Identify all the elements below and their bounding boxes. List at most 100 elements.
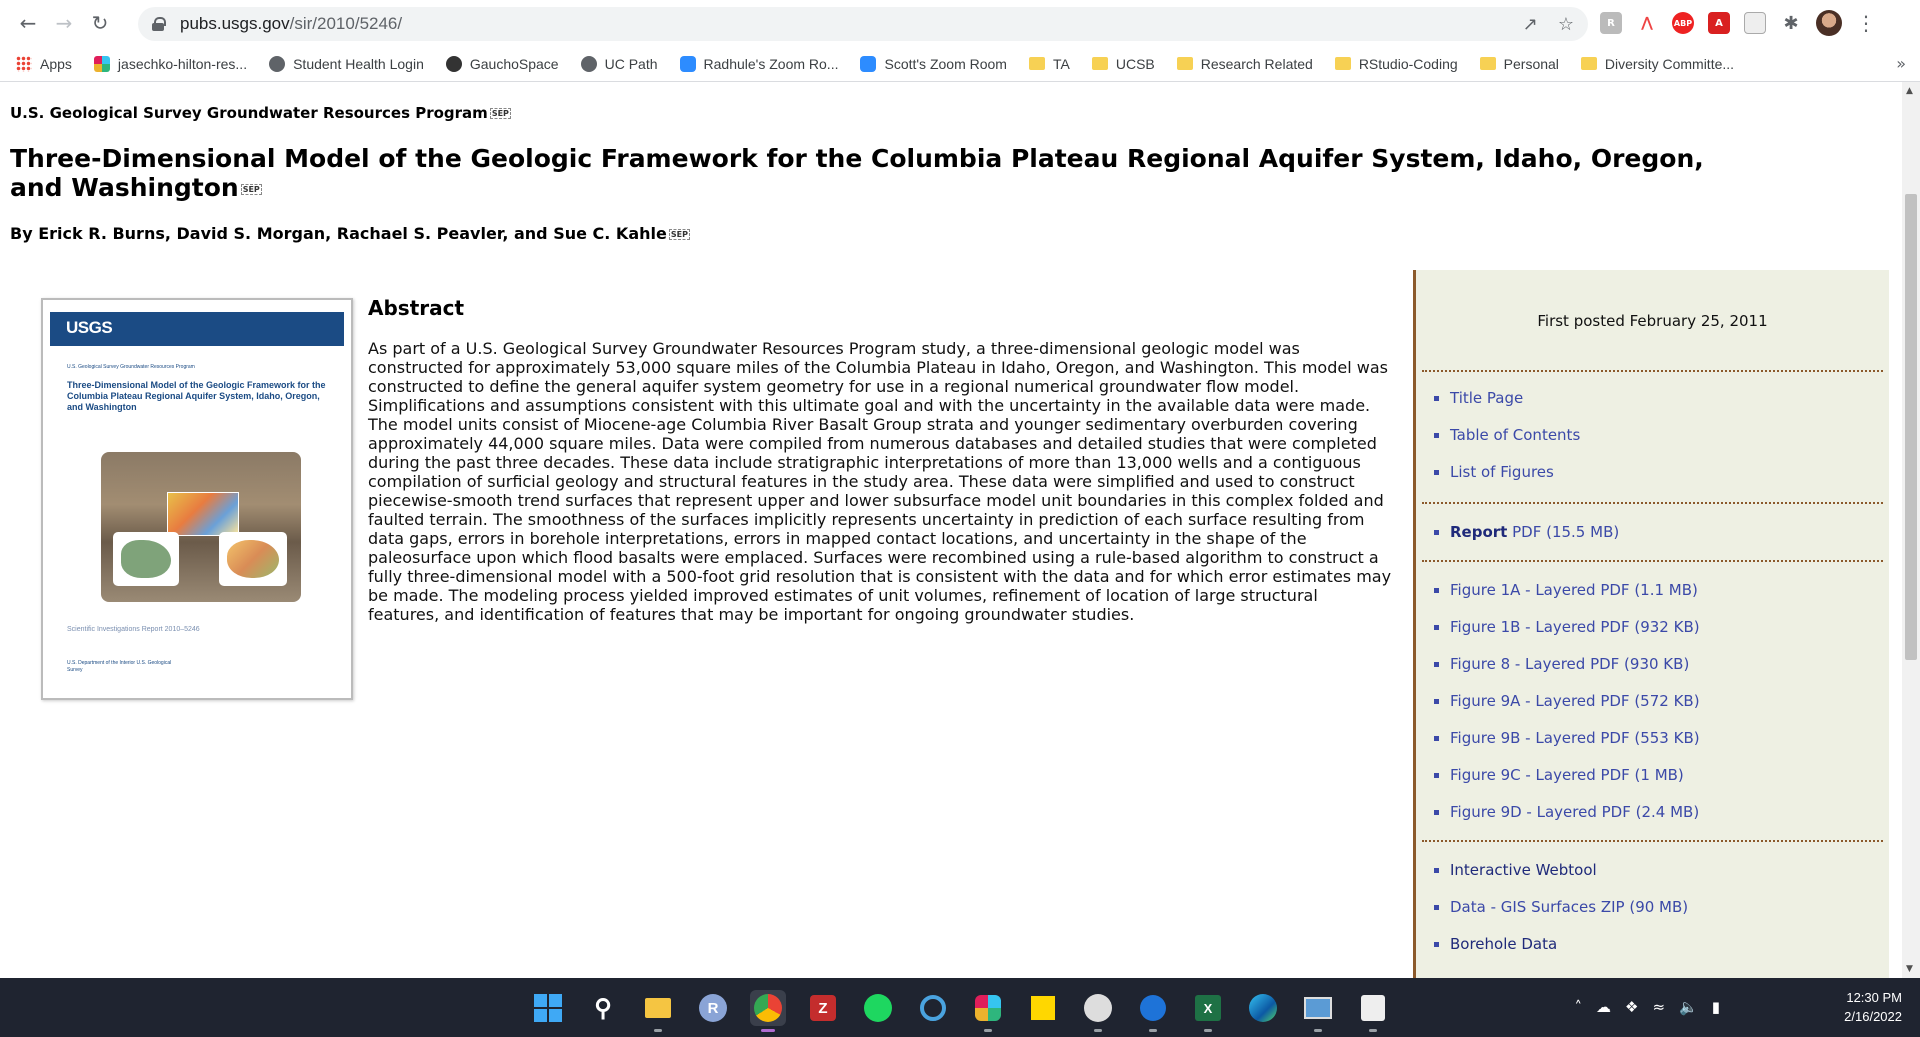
folder-icon xyxy=(1479,57,1496,70)
scrollbar-thumb[interactable] xyxy=(1905,194,1917,660)
sidebar-divider xyxy=(1422,502,1883,504)
extensions-puzzle-icon[interactable]: ✱ xyxy=(1780,12,1802,34)
wifi-icon[interactable]: ≈ xyxy=(1652,998,1665,1016)
sidebar-divider xyxy=(1422,560,1883,562)
link-gis-surfaces-zip[interactable]: Data - GIS Surfaces ZIP (90 MB) xyxy=(1433,889,1688,926)
sidebar-list-data: Interactive Webtool Data - GIS Surfaces … xyxy=(1433,852,1688,963)
bookmark-item[interactable]: Apps xyxy=(16,55,72,72)
spotify-icon[interactable] xyxy=(860,990,896,1026)
bookmark-item[interactable]: Student Health Login xyxy=(269,55,424,72)
profile-avatar[interactable] xyxy=(1816,10,1842,36)
cover-map-inset-right xyxy=(219,532,287,586)
bookmark-item[interactable]: Radhule's Zoom Ro... xyxy=(679,55,839,72)
bookmark-item[interactable]: RStudio-Coding xyxy=(1334,56,1458,72)
cloud-sync-icon[interactable]: ☁ xyxy=(1596,998,1611,1016)
format-marker: SEP xyxy=(668,229,690,240)
bookmarks-bar: Apps jasechko-hilton-res... Student Health… xyxy=(0,46,1920,82)
excel-icon[interactable]: X xyxy=(1190,990,1226,1032)
link-figure-9d[interactable]: Figure 9D - Layered PDF (2.4 MB) xyxy=(1434,794,1700,831)
clock-time: 12:30 PM xyxy=(1846,990,1902,1005)
link-report-pdf[interactable]: Report PDF (15.5 MB) xyxy=(1433,514,1619,551)
adblock-icon[interactable]: ABP xyxy=(1672,12,1694,34)
battery-icon[interactable]: ▮ xyxy=(1712,998,1720,1016)
link-figure-1a[interactable]: Figure 1A - Layered PDF (1.1 MB) xyxy=(1434,572,1700,609)
link-figure-8[interactable]: Figure 8 - Layered PDF (930 KB) xyxy=(1434,646,1700,683)
page-scrollbar[interactable]: ▲ ▼ xyxy=(1902,82,1920,978)
r-app-icon[interactable]: R xyxy=(695,990,731,1026)
cover-series: Scientific Investigations Report 2010–52… xyxy=(67,626,200,633)
bookmark-item[interactable]: GauchoSpace xyxy=(445,55,559,72)
link-table-of-contents[interactable]: Table of Contents xyxy=(1433,417,1580,454)
sidebar-list-report: Report PDF (15.5 MB) xyxy=(1433,514,1619,551)
vpn-icon[interactable] xyxy=(1135,990,1171,1032)
link-interactive-webtool[interactable]: Interactive Webtool xyxy=(1433,852,1688,889)
bookmark-item[interactable]: jasechko-hilton-res... xyxy=(93,55,247,72)
link-list-of-figures[interactable]: List of Figures xyxy=(1433,454,1580,491)
dropbox-icon[interactable]: ❖ xyxy=(1625,998,1638,1016)
photos-app-icon[interactable] xyxy=(1300,990,1336,1032)
back-icon[interactable]: ← xyxy=(10,5,46,41)
report-cover-image[interactable]: USGS U.S. Geological Survey Groundwater … xyxy=(41,298,353,700)
share-icon[interactable]: ↗ xyxy=(1523,14,1538,35)
address-bar[interactable]: pubs.usgs.gov/sir/2010/5246/ ↗ ☆ xyxy=(138,7,1588,41)
extension-rainbow-icon[interactable]: ⋀ xyxy=(1636,12,1658,34)
page-icon[interactable] xyxy=(1744,12,1766,34)
extension-r-icon[interactable]: R xyxy=(1600,12,1622,34)
bookmark-item[interactable]: TA xyxy=(1028,55,1070,72)
chrome-icon[interactable] xyxy=(750,990,786,1032)
acrobat-icon[interactable]: A xyxy=(1708,12,1730,34)
snipping-tool-icon[interactable] xyxy=(1355,990,1391,1032)
start-button[interactable] xyxy=(530,990,566,1026)
page-title: Three-Dimensional Model of the Geologic … xyxy=(10,144,1704,202)
url-text: pubs.usgs.gov/sir/2010/5246/ xyxy=(180,14,403,33)
taskbar-clock[interactable]: 12:30 PM 2/16/2022 xyxy=(1844,988,1902,1026)
sidebar-list-nav: Title Page Table of Contents List of Fig… xyxy=(1433,380,1580,491)
bookmark-item[interactable]: UCSB xyxy=(1091,56,1155,72)
link-borehole-data[interactable]: Borehole Data xyxy=(1433,926,1688,963)
slack-icon xyxy=(93,55,110,72)
cover-title: Three-Dimensional Model of the Geologic … xyxy=(67,380,326,412)
zoom-icon xyxy=(679,55,696,72)
link-figure-9b[interactable]: Figure 9B - Layered PDF (553 KB) xyxy=(1434,720,1700,757)
sidebar-list-figures: Figure 1A - Layered PDF (1.1 MB) Figure … xyxy=(1434,572,1700,831)
bookmarks-overflow-icon[interactable]: » xyxy=(1896,54,1906,73)
sidebar-divider xyxy=(1422,840,1883,842)
volume-icon[interactable]: 🔈 xyxy=(1679,998,1698,1016)
edge-icon[interactable] xyxy=(1245,990,1281,1026)
link-figure-1b[interactable]: Figure 1B - Layered PDF (932 KB) xyxy=(1434,609,1700,646)
bookmark-item[interactable]: UC Path xyxy=(580,55,658,72)
app-circle-icon[interactable] xyxy=(1080,990,1116,1032)
bookmark-star-icon[interactable]: ☆ xyxy=(1558,14,1574,35)
page-content: U.S. Geological Survey Groundwater Resou… xyxy=(0,82,1902,978)
link-figure-9a[interactable]: Figure 9A - Layered PDF (572 KB) xyxy=(1434,683,1700,720)
sticky-notes-icon[interactable] xyxy=(1025,990,1061,1026)
format-marker: SEP xyxy=(489,108,511,119)
folder-icon xyxy=(1176,57,1193,70)
lock-icon xyxy=(152,17,166,31)
slack-icon[interactable] xyxy=(970,990,1006,1032)
bookmark-item[interactable]: Research Related xyxy=(1176,56,1313,72)
bookmark-item[interactable]: Personal xyxy=(1479,55,1559,72)
search-icon[interactable]: ⚲ xyxy=(585,990,621,1026)
zotero-icon[interactable]: Z xyxy=(805,990,841,1026)
file-explorer-icon[interactable] xyxy=(640,990,676,1032)
bookmark-item[interactable]: Scott's Zoom Room xyxy=(860,55,1007,72)
menu-dots-icon[interactable]: ⋮ xyxy=(1856,11,1876,35)
bookmark-label: Personal xyxy=(1503,55,1559,72)
reload-icon[interactable]: ↻ xyxy=(82,5,118,41)
bookmark-label: TA xyxy=(1052,55,1070,72)
folder-icon xyxy=(1580,57,1597,70)
tray-overflow-icon[interactable]: ˄ xyxy=(1575,998,1583,1016)
forward-icon[interactable]: → xyxy=(46,5,82,41)
scroll-up-icon[interactable]: ▲ xyxy=(1906,86,1913,96)
bookmark-item[interactable]: Diversity Committe... xyxy=(1580,56,1734,72)
link-figure-9c[interactable]: Figure 9C - Layered PDF (1 MB) xyxy=(1434,757,1700,794)
bookmark-label: Radhule's Zoom Ro... xyxy=(703,55,839,72)
scroll-down-icon[interactable]: ▼ xyxy=(1906,964,1913,974)
globe-icon xyxy=(580,55,597,72)
windows-taskbar: ⚲ R Z X ˄ ☁ ❖ ≈ 🔈 ▮ 12:30 PM 2/16/2022 xyxy=(0,978,1920,1037)
link-title-page[interactable]: Title Page xyxy=(1433,380,1580,417)
globe-icon xyxy=(269,55,286,72)
magnifier-app-icon[interactable] xyxy=(915,990,951,1026)
gauchospace-icon xyxy=(445,55,462,72)
